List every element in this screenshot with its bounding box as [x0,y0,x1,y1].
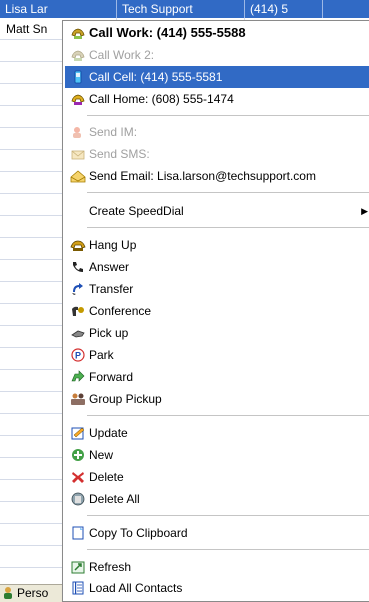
park-icon: P [71,348,85,362]
menu-item-refresh[interactable]: Refresh [65,556,369,578]
context-menu: Call Work: (414) 555-5588 Call Work 2: C… [62,20,369,602]
menu-item-call-home[interactable]: Call Home: (608) 555-1474 [65,88,369,110]
grid-row-name-cell: Matt Sn [6,22,48,36]
menu-item-label: Hang Up [89,238,137,252]
clipboard-icon [72,526,84,540]
menu-item-transfer[interactable]: Transfer [65,278,369,300]
menu-separator [87,549,369,550]
menu-item-hang-up[interactable]: Hang Up [65,234,369,256]
menu-item-label: Delete [89,470,124,484]
update-icon [71,427,85,440]
menu-item-label: Transfer [89,282,134,296]
menu-item-label: Call Cell: (414) 555-5581 [89,70,223,84]
answer-icon [73,262,83,272]
menu-item-answer[interactable]: Answer [65,256,369,278]
menu-item-label: New [89,448,114,462]
menu-separator [87,227,369,228]
menu-item-call-cell[interactable]: Call Cell: (414) 555-5581 [65,66,369,88]
menu-item-label: Copy To Clipboard [89,526,188,540]
menu-item-label: Update [89,426,128,440]
email-icon [70,170,86,183]
grid-header-separator[interactable] [116,0,117,18]
group-pickup-icon [71,393,85,405]
menu-item-label: Call Work 2: [89,48,155,62]
grid-header-separator[interactable] [322,0,323,18]
menu-item-new[interactable]: New [65,444,369,466]
menu-separator [87,115,369,116]
grid-header-phone-cell: (414) 5 [250,2,289,16]
menu-item-label: Park [89,348,114,362]
conference-icon [72,306,84,316]
grid-header-name-cell: Lisa Lar [5,2,48,16]
menu-item-group-pickup[interactable]: Group Pickup [65,388,369,410]
new-plus-icon [72,449,84,461]
phone-home-icon [71,94,85,105]
menu-item-label: Create SpeedDial [89,204,184,218]
grid-header-separator[interactable] [244,0,245,18]
menu-item-pick-up[interactable]: Pick up [65,322,369,344]
pickup-icon [71,330,85,338]
menu-item-label: Refresh [89,560,132,574]
transfer-icon [72,283,83,295]
person-icon [4,587,12,599]
menu-item-label: Answer [89,260,130,274]
menu-item-label: Group Pickup [89,392,162,406]
menu-item-delete-all[interactable]: Delete All [65,488,369,510]
forward-icon [71,370,85,382]
menu-item-send-im[interactable]: Send IM: [65,121,369,143]
menu-item-create-speeddial[interactable]: Create SpeedDial ▶ [65,200,369,222]
phone-disabled-icon [71,50,85,61]
menu-item-label: Delete All [89,492,140,506]
menu-item-label: Forward [89,370,134,384]
svg-text:P: P [75,351,81,361]
menu-item-label: Conference [89,304,152,318]
delete-all-icon [71,492,85,506]
bottom-tab-label: Perso [17,586,49,600]
menu-item-delete[interactable]: Delete [65,466,369,488]
hang-up-icon [70,240,86,251]
menu-item-conference[interactable]: Conference [65,300,369,322]
menu-item-copy-to-clipboard[interactable]: Copy To Clipboard [65,522,369,544]
menu-separator [87,415,369,416]
instant-message-icon [73,127,81,138]
menu-item-label: Send Email: Lisa.larson@techsupport.com [89,169,316,183]
mobile-phone-icon [74,70,82,84]
delete-x-icon [72,472,84,483]
menu-item-label: Send IM: [89,125,138,139]
refresh-icon [71,561,85,574]
menu-separator [87,192,369,193]
menu-item-forward[interactable]: Forward [65,366,369,388]
menu-item-park[interactable]: P Park [65,344,369,366]
menu-item-label: Send SMS: [89,147,150,161]
menu-item-label: Call Work: (414) 555-5588 [89,25,246,40]
submenu-arrow-icon: ▶ [361,206,368,216]
menu-item-label: Call Home: (608) 555-1474 [89,92,234,106]
menu-item-label: Load All Contacts [89,581,183,595]
menu-separator [87,515,369,516]
menu-item-update[interactable]: Update [65,422,369,444]
phone-gold-icon [71,28,85,39]
grid-header-dept-cell: Tech Support [122,2,193,16]
contacts-list-icon [72,581,84,595]
menu-item-label: Pick up [89,326,129,340]
grid-header-row[interactable]: Lisa Lar Tech Support (414) 5 [0,0,369,18]
menu-item-call-work[interactable]: Call Work: (414) 555-5588 [65,22,369,44]
sms-envelope-icon [71,150,85,160]
menu-item-load-all-contacts[interactable]: Load All Contacts [65,577,369,599]
menu-item-call-work-2[interactable]: Call Work 2: [65,44,369,66]
menu-item-send-email[interactable]: Send Email: Lisa.larson@techsupport.com [65,165,369,187]
menu-item-send-sms[interactable]: Send SMS: [65,143,369,165]
